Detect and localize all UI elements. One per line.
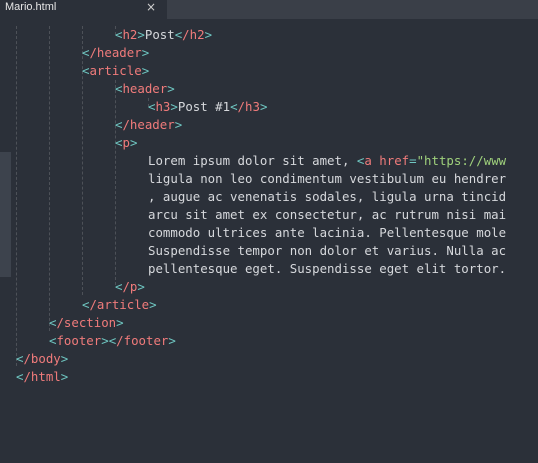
tag-header: header — [122, 81, 168, 96]
indent-guide — [115, 80, 117, 285]
indent-guide — [49, 26, 51, 331]
tag-header-close: /header — [89, 45, 142, 60]
tag-p-close: /p — [122, 279, 138, 294]
code-line: </header> — [82, 45, 150, 60]
tag-p: p — [122, 135, 130, 150]
code-line: pellentesque eget. Suspendisse eget elit… — [148, 261, 507, 276]
code-line: <h3>Post #1</h3> — [148, 99, 268, 114]
code-editor[interactable]: <h2>Post</h2> </header> <article> <heade… — [0, 0, 538, 463]
code-line: <p> — [115, 135, 138, 150]
tag-article-close: /article — [89, 297, 150, 312]
lorem-text: Lorem ipsum dolor sit amet, — [148, 153, 357, 168]
code-line: </p> — [115, 279, 145, 294]
code-line: commodo ultrices ante lacinia. Pellentes… — [148, 225, 507, 240]
code-line: , augue ac venenatis sodales, ligula urn… — [148, 189, 507, 204]
code-line: <header> — [115, 81, 175, 96]
code-line: Lorem ipsum dolor sit amet, <a href="htt… — [148, 153, 507, 168]
tag-h2-close: /h2 — [182, 27, 205, 42]
tag-article: article — [89, 63, 142, 78]
code-line: Suspendisse tempor non dolor et varius. … — [148, 243, 507, 258]
tag-section-close: /section — [56, 315, 117, 330]
tag-h2: h2 — [122, 27, 138, 42]
code-line: </html> — [16, 369, 69, 384]
tag-footer: footer — [56, 333, 102, 348]
tag-a: a — [364, 153, 372, 168]
code-line: </header> — [115, 117, 183, 132]
tag-header-close-2: /header — [122, 117, 175, 132]
indent-guide — [16, 26, 18, 366]
tag-h3-close: /h3 — [237, 99, 260, 114]
code-line: arcu sit amet ex consectetur, ac rutrum … — [148, 207, 507, 222]
code-line: <article> — [82, 63, 150, 78]
h2-text: Post — [144, 27, 175, 42]
code-line: </section> — [49, 315, 124, 330]
code-line: ligula non leo condimentum vestibulum eu… — [148, 171, 507, 186]
tag-footer-close: /footer — [116, 333, 169, 348]
tag-body-close: /body — [23, 351, 61, 366]
attr-href: href — [379, 153, 410, 168]
tag-html-close: /html — [23, 369, 61, 384]
h3-text: Post #1 — [177, 99, 231, 114]
code-line: <footer></footer> — [49, 333, 176, 348]
code-line: </article> — [82, 297, 157, 312]
code-line: <h2>Post</h2> — [115, 27, 213, 42]
attr-href-value: "https://www — [416, 153, 507, 168]
tag-h3: h3 — [155, 99, 171, 114]
code-line: </body> — [16, 351, 69, 366]
